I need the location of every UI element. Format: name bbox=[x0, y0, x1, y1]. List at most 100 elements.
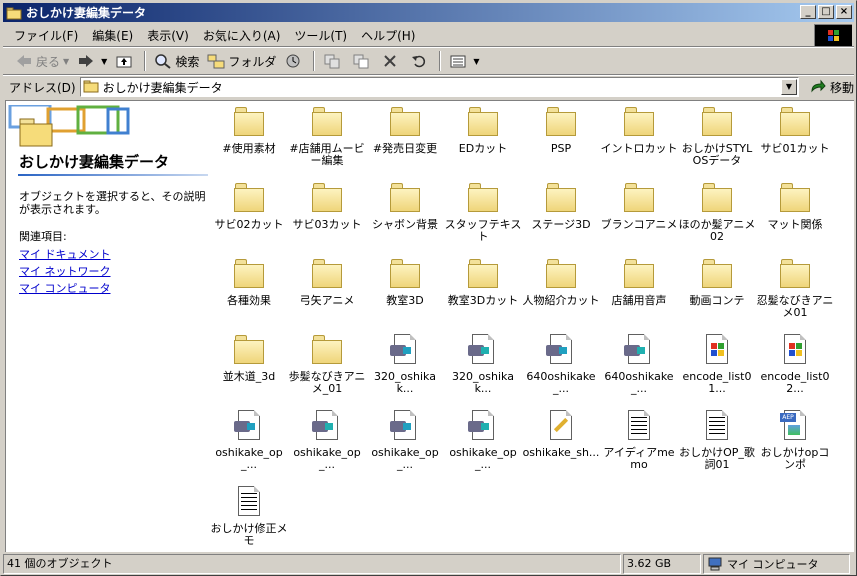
file-item[interactable]: アイディアmemo bbox=[600, 409, 678, 471]
folder-icon bbox=[466, 257, 500, 291]
forward-button[interactable]: ▼ bbox=[73, 50, 111, 72]
link-my-network[interactable]: マイ ネットワーク bbox=[19, 263, 111, 279]
folder-item[interactable]: おしかけSTYLOSデータ bbox=[678, 105, 756, 167]
file-item[interactable]: おしかけ修正メモ bbox=[210, 485, 288, 547]
delete-button[interactable] bbox=[377, 50, 406, 72]
file-item[interactable]: 640oshikake_... bbox=[600, 333, 678, 395]
folder-item[interactable]: #使用素材 bbox=[210, 105, 288, 155]
go-label: 移動 bbox=[829, 80, 854, 95]
folder-item[interactable]: マット関係 bbox=[756, 181, 834, 231]
menu-view[interactable]: 表示(V) bbox=[140, 25, 196, 46]
address-input[interactable]: おしかけ妻編集データ ▼ bbox=[79, 77, 799, 97]
file-item[interactable]: おしかけOP_歌詞01 bbox=[678, 409, 756, 471]
file-item[interactable]: oshikake_op_... bbox=[366, 409, 444, 471]
toolbar: 戻る ▼ ▼ 検索 フォルダ ▼ bbox=[3, 48, 854, 74]
video-file-icon bbox=[388, 333, 422, 367]
aep-file-icon: AEP bbox=[778, 409, 812, 443]
folder-icon bbox=[310, 105, 344, 139]
go-button[interactable]: 移動 bbox=[809, 79, 854, 96]
menu-favorites[interactable]: お気に入り(A) bbox=[196, 25, 288, 46]
file-item[interactable]: oshikake_sh... bbox=[522, 409, 600, 459]
file-item[interactable]: encode_list01... bbox=[678, 333, 756, 395]
file-item[interactable]: 640oshikake_... bbox=[522, 333, 600, 395]
link-my-documents[interactable]: マイ ドキュメント bbox=[19, 246, 111, 262]
video-file-icon bbox=[622, 333, 656, 367]
item-label: PSP bbox=[550, 142, 572, 155]
folder-item[interactable]: シャボン背景 bbox=[366, 181, 444, 231]
folder-item[interactable]: 歩髪なびきアニメ_01 bbox=[288, 333, 366, 395]
folder-item[interactable]: #店舗用ムービー編集 bbox=[288, 105, 366, 167]
window-title: おしかけ妻編集データ bbox=[26, 6, 147, 20]
minimize-button[interactable]: _ bbox=[800, 5, 816, 19]
status-count: 41 個のオブジェクト bbox=[3, 554, 621, 574]
folder-item[interactable]: スタッフテキスト bbox=[444, 181, 522, 243]
folder-item[interactable]: 並木道_3d bbox=[210, 333, 288, 383]
web-view-panel: おしかけ妻編集データ オブジェクトを選択すると、その説明が表示されます。 関連項… bbox=[6, 101, 210, 551]
address-value: おしかけ妻編集データ bbox=[102, 80, 223, 95]
item-label: アイディアmemo bbox=[603, 446, 675, 471]
folder-item[interactable]: 教室3Dカット bbox=[444, 257, 522, 307]
folder-item[interactable]: ステージ3D bbox=[522, 181, 600, 231]
maximize-button[interactable]: □ bbox=[818, 5, 834, 19]
folder-item[interactable]: EDカット bbox=[444, 105, 522, 155]
folder-icon bbox=[232, 333, 266, 367]
close-button[interactable]: × bbox=[836, 5, 852, 19]
item-label: 教室3Dカット bbox=[447, 294, 519, 307]
file-item[interactable]: oshikake_op_... bbox=[210, 409, 288, 471]
folder-item[interactable]: PSP bbox=[522, 105, 600, 155]
back-button[interactable]: 戻る ▼ bbox=[11, 50, 73, 72]
menu-file[interactable]: ファイル(F) bbox=[7, 25, 85, 46]
computer-icon bbox=[707, 557, 723, 571]
address-dropdown-icon[interactable]: ▼ bbox=[780, 79, 797, 95]
folder-item[interactable]: 各種効果 bbox=[210, 257, 288, 307]
menu-edit[interactable]: 編集(E) bbox=[85, 25, 140, 46]
file-item[interactable]: 320_oshikak... bbox=[444, 333, 522, 395]
status-size: 3.62 GB bbox=[623, 554, 701, 574]
folder-item[interactable]: #発売日変更 bbox=[366, 105, 444, 155]
file-item[interactable]: AEP おしかけopコンポ bbox=[756, 409, 834, 471]
folder-item[interactable]: イントロカット bbox=[600, 105, 678, 155]
copy-to-icon bbox=[352, 53, 370, 69]
menu-help[interactable]: ヘルプ(H) bbox=[354, 25, 422, 46]
folder-icon bbox=[83, 79, 99, 96]
folder-item[interactable]: サビ02カット bbox=[210, 181, 288, 231]
undo-button[interactable] bbox=[406, 50, 435, 72]
history-button[interactable] bbox=[280, 50, 309, 72]
folder-icon bbox=[778, 181, 812, 215]
forward-dropdown-icon[interactable]: ▼ bbox=[101, 57, 107, 66]
item-label: ステージ3D bbox=[531, 218, 591, 231]
folder-icon bbox=[622, 181, 656, 215]
folder-icon bbox=[700, 181, 734, 215]
folder-item[interactable]: ほのか髪アニメ02 bbox=[678, 181, 756, 243]
folder-item[interactable]: 動画コンテ bbox=[678, 257, 756, 307]
views-dropdown-icon[interactable]: ▼ bbox=[473, 57, 479, 66]
copy-to-button[interactable] bbox=[348, 50, 377, 72]
views-button[interactable]: ▼ bbox=[445, 50, 483, 72]
search-button[interactable]: 検索 bbox=[150, 50, 203, 72]
file-item[interactable]: oshikake_op_... bbox=[444, 409, 522, 471]
folder-item[interactable]: 忍髪なびきアニメ01 bbox=[756, 257, 834, 319]
file-item[interactable]: oshikake_op_... bbox=[288, 409, 366, 471]
title-bar[interactable]: おしかけ妻編集データ _ □ × bbox=[3, 3, 854, 22]
folders-button[interactable]: フォルダ bbox=[203, 50, 280, 72]
move-to-button[interactable] bbox=[319, 50, 348, 72]
video-file-icon bbox=[388, 409, 422, 443]
link-my-computer[interactable]: マイ コンピュータ bbox=[19, 280, 111, 296]
folders-icon bbox=[207, 53, 225, 69]
menu-tools[interactable]: ツール(T) bbox=[287, 25, 354, 46]
back-dropdown-icon[interactable]: ▼ bbox=[63, 57, 69, 66]
folder-icon bbox=[778, 105, 812, 139]
folder-item[interactable]: ブランコアニメ bbox=[600, 181, 678, 231]
folder-item[interactable]: 弓矢アニメ bbox=[288, 257, 366, 307]
folder-item[interactable]: 人物紹介カット bbox=[522, 257, 600, 307]
text-file-icon bbox=[232, 485, 266, 519]
folder-item[interactable]: サビ03カット bbox=[288, 181, 366, 231]
video-file-icon bbox=[232, 409, 266, 443]
file-item[interactable]: 320_oshikak... bbox=[366, 333, 444, 395]
folder-item[interactable]: 店舗用音声 bbox=[600, 257, 678, 307]
folder-item[interactable]: 教室3D bbox=[366, 257, 444, 307]
folder-icon bbox=[388, 257, 422, 291]
folder-item[interactable]: サビ01カット bbox=[756, 105, 834, 155]
up-folder-button[interactable] bbox=[111, 50, 140, 72]
file-item[interactable]: encode_list02... bbox=[756, 333, 834, 395]
